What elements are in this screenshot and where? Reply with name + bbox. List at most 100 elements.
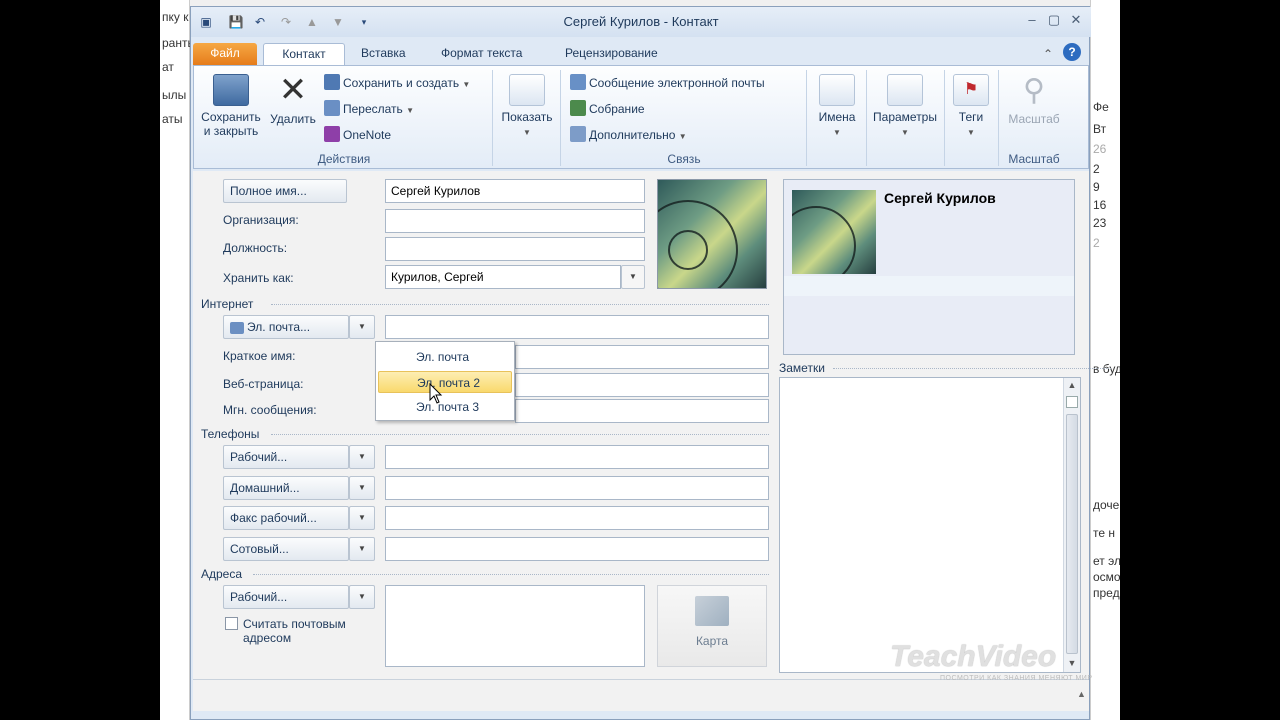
phone-home-field[interactable] <box>385 476 769 500</box>
email-button[interactable]: Эл. почта... <box>223 315 349 339</box>
save-create-button[interactable]: Сохранить и создать ▼ <box>324 74 470 93</box>
meeting-icon <box>570 100 586 116</box>
address-book-icon <box>819 74 855 106</box>
onenote-button[interactable]: OneNote <box>324 126 391 143</box>
save-create-icon <box>324 74 340 90</box>
menu-item-email-3[interactable]: Эл. почта 3 <box>378 396 512 418</box>
phones-section-label: Телефоны <box>201 427 260 441</box>
mailing-address-checkbox[interactable] <box>225 617 238 630</box>
bg-fragment: ет эл <box>1093 554 1120 568</box>
names-button[interactable]: Имена ▼ <box>810 72 864 140</box>
group-label-actions: Действия <box>317 152 371 166</box>
display-as-label: Краткое имя: <box>223 349 296 363</box>
scroll-up-icon[interactable]: ▲ <box>1077 689 1086 699</box>
web-page-field[interactable] <box>515 373 769 397</box>
ribbon-separator <box>866 70 867 166</box>
bg-fragment: 2 <box>1093 236 1100 250</box>
email-type-menu: Эл. почта Эл. почта 2 Эл. почта 3 <box>375 341 515 421</box>
display-as-field[interactable] <box>515 345 769 369</box>
phone-business-button[interactable]: Рабочий... <box>223 445 349 469</box>
map-label: Карта <box>695 634 729 648</box>
address-business-button[interactable]: Рабочий... <box>223 585 349 609</box>
bg-fragment: 2 <box>1093 162 1100 176</box>
web-page-label: Веб-страница: <box>223 377 304 391</box>
more-icon <box>570 126 586 142</box>
contact-window: ▣ 💾 ↶ ↷ ▲ ▼ ▾ Сергей Курилов - Контакт –… <box>190 6 1111 720</box>
phone-fax-button[interactable]: Факс рабочий... <box>223 506 349 530</box>
job-title-field[interactable] <box>385 237 645 261</box>
menu-item-email-2[interactable]: Эл. почта 2 <box>378 371 512 393</box>
address-book-icon <box>230 322 244 334</box>
bg-fragment: в буд <box>1093 362 1120 376</box>
bg-fragment: 23 <box>1093 216 1107 230</box>
phone-type-dropdown-button[interactable]: ▼ <box>349 445 375 469</box>
full-name-field[interactable]: Сергей Курилов <box>385 179 645 203</box>
menu-item-email-1[interactable]: Эл. почта <box>378 346 512 368</box>
minimize-button[interactable]: – <box>1021 11 1043 29</box>
show-button[interactable]: Показать ▼ <box>496 72 558 140</box>
map-button[interactable]: Карта <box>657 585 767 667</box>
watermark-tagline: ПОСМОТРИ КАК ЗНАНИЯ МЕНЯЮТ МИР <box>940 675 1093 682</box>
bg-fragment: пку к <box>162 10 189 24</box>
addresses-section-label: Адреса <box>201 567 243 581</box>
scroll-down-icon[interactable]: ▼ <box>1066 658 1078 670</box>
company-field[interactable] <box>385 209 645 233</box>
phone-home-button[interactable]: Домашний... <box>223 476 349 500</box>
tab-insert[interactable]: Вставка <box>351 43 416 65</box>
zoom-button[interactable]: ⚲ Масштаб <box>1000 72 1068 126</box>
tab-review[interactable]: Рецензирование <box>555 43 668 65</box>
address-type-dropdown-button[interactable]: ▼ <box>349 585 375 609</box>
section-divider <box>833 368 1111 369</box>
phone-mobile-field[interactable] <box>385 537 769 561</box>
notes-scrollbar[interactable]: ▲ ▼ <box>1063 378 1080 672</box>
email-type-dropdown-button[interactable]: ▼ <box>349 315 375 339</box>
tab-contact[interactable]: Контакт <box>263 43 345 65</box>
contact-photo[interactable] <box>657 179 767 289</box>
phone-type-dropdown-button[interactable]: ▼ <box>349 506 375 530</box>
close-button[interactable]: ✕ <box>1065 11 1087 29</box>
maximize-button[interactable]: ▢ <box>1043 11 1065 29</box>
mouse-cursor-icon <box>429 383 443 404</box>
screen: пку к ранты ат ылы аты Фе Вт 26 2 9 16 2… <box>160 0 1120 720</box>
title-bar: ▣ 💾 ↶ ↷ ▲ ▼ ▾ Сергей Курилов - Контакт –… <box>191 7 1091 37</box>
im-address-field[interactable] <box>515 399 769 423</box>
tags-button[interactable]: ⚑ Теги ▼ <box>946 72 996 140</box>
phone-mobile-button[interactable]: Сотовый... <box>223 537 349 561</box>
mailing-address-label: Считать почтовым адресом <box>243 617 346 645</box>
delete-button[interactable]: ✕ Удалить <box>266 72 320 126</box>
file-as-field[interactable]: Курилов, Сергей <box>385 265 621 289</box>
bg-fragment: аты <box>162 112 183 126</box>
flag-icon: ⚑ <box>953 74 989 106</box>
section-divider <box>271 304 769 305</box>
address-field[interactable] <box>385 585 645 667</box>
phone-type-dropdown-button[interactable]: ▼ <box>349 476 375 500</box>
scroll-up-icon[interactable]: ▲ <box>1066 380 1078 392</box>
phone-type-dropdown-button[interactable]: ▼ <box>349 537 375 561</box>
notes-resize-icon[interactable] <box>1066 396 1078 408</box>
onenote-icon <box>324 126 340 142</box>
more-button[interactable]: Дополнительно ▼ <box>570 126 687 145</box>
card-photo <box>792 190 876 274</box>
phone-business-field[interactable] <box>385 445 769 469</box>
full-name-button[interactable]: Полное имя... <box>223 179 347 203</box>
save-close-button[interactable]: Сохранить и закрыть <box>198 72 264 138</box>
meeting-button[interactable]: Собрание <box>570 100 645 117</box>
phone-fax-field[interactable] <box>385 506 769 530</box>
group-label-zoom: Масштаб <box>1008 152 1060 166</box>
forward-icon <box>324 100 340 116</box>
file-as-dropdown-button[interactable]: ▼ <box>621 265 645 289</box>
bg-fragment: осмо <box>1093 570 1120 584</box>
tab-format-text[interactable]: Формат текста <box>431 43 532 65</box>
options-button[interactable]: Параметры ▼ <box>868 72 942 140</box>
background-window-left: пку к ранты ат ылы аты <box>160 0 196 720</box>
email-field[interactable] <box>385 315 769 339</box>
collapse-ribbon-icon[interactable]: ⌃ <box>1039 45 1057 63</box>
notes-field[interactable]: ▲ ▼ <box>779 377 1081 673</box>
forward-button[interactable]: Переслать ▼ <box>324 100 414 119</box>
email-message-button[interactable]: Сообщение электронной почты <box>570 74 765 91</box>
tab-file[interactable]: Файл <box>193 43 257 65</box>
file-as-label: Хранить как: <box>223 271 294 285</box>
bg-fragment: те н <box>1093 526 1115 540</box>
scroll-thumb[interactable] <box>1066 414 1078 654</box>
help-icon[interactable]: ? <box>1063 43 1081 61</box>
